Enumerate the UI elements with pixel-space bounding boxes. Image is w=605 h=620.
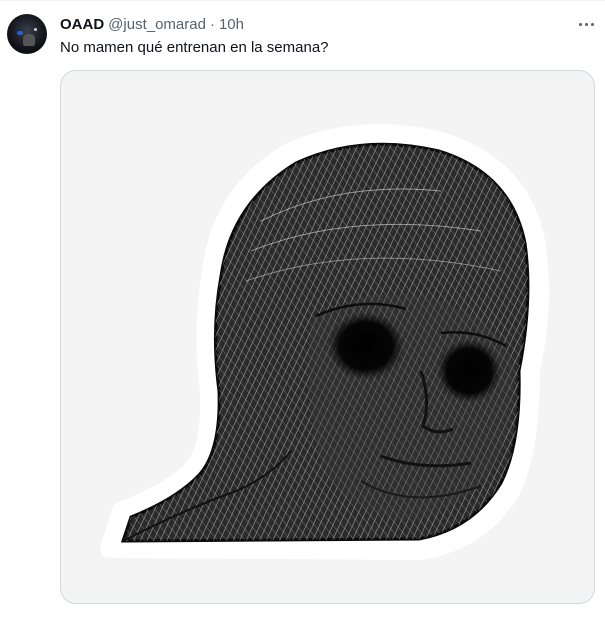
user-handle[interactable]: @just_omarad xyxy=(108,16,206,33)
tweet-media[interactable] xyxy=(60,70,595,604)
tweet[interactable]: OAAD @just_omarad · 10h No mamen qué ent… xyxy=(0,0,605,620)
avatar-detail xyxy=(17,31,23,35)
timestamp[interactable]: 10h xyxy=(219,16,244,33)
more-horizontal-icon xyxy=(578,22,582,26)
avatar-detail xyxy=(34,28,37,31)
tweet-header: OAAD @just_omarad · 10h xyxy=(60,14,244,34)
separator: · xyxy=(209,15,215,33)
more-horizontal-icon xyxy=(584,22,588,26)
more-horizontal-icon xyxy=(590,22,594,26)
user-avatar[interactable] xyxy=(7,14,47,54)
tweet-text: No mamen qué entrenan en la semana? xyxy=(60,39,329,56)
display-name[interactable]: OAAD xyxy=(60,16,104,33)
avatar-detail xyxy=(23,34,35,46)
more-options-button[interactable] xyxy=(571,13,601,35)
wojak-sticker-image xyxy=(100,124,549,560)
